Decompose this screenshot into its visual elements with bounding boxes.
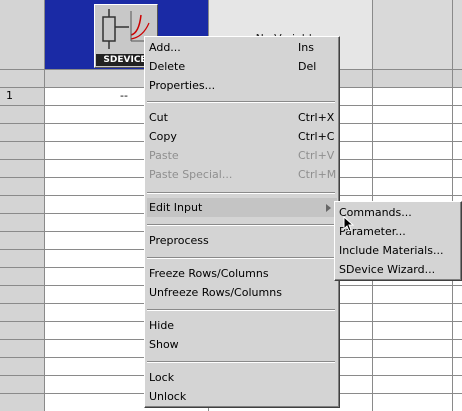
menu-item-shortcut: Ctrl+X — [298, 111, 335, 124]
menu-item-lock[interactable]: Lock — [147, 368, 335, 387]
menu-item-paste[interactable]: Paste Ctrl+V — [147, 146, 335, 165]
menu-item-label: Copy — [149, 130, 177, 143]
menu-item-label: Edit Input — [149, 201, 203, 214]
submenu-arrow-icon — [326, 204, 331, 212]
menu-item-copy[interactable]: Copy Ctrl+C — [147, 127, 335, 146]
menu-item-freeze[interactable]: Freeze Rows/Columns — [147, 264, 335, 283]
menu-item-label: Delete — [149, 60, 186, 73]
menu-item-show[interactable]: Show — [147, 335, 335, 354]
menu-item-label: Add... — [149, 41, 181, 54]
table-corner — [0, 0, 44, 87]
submenu-item-label: SDevice Wizard... — [339, 263, 436, 276]
menu-item-add[interactable]: Add... Ins — [147, 38, 335, 57]
menu-item-shortcut: Del — [298, 60, 317, 73]
submenu-item-commands[interactable]: Commands... — [337, 203, 459, 222]
menu-item-properties[interactable]: Properties... — [147, 76, 335, 95]
submenu-item-parameter[interactable]: Parameter... — [337, 222, 459, 241]
submenu-item-include-materials[interactable]: Include Materials... — [337, 241, 459, 260]
context-menu: Add... Ins Delete Del Properties... Cut … — [144, 36, 340, 408]
menu-item-label: Paste — [149, 149, 179, 162]
menu-item-label: Hide — [149, 319, 175, 332]
menu-item-hide[interactable]: Hide — [147, 316, 335, 335]
menu-item-unfreeze[interactable]: Unfreeze Rows/Columns — [147, 283, 335, 302]
menu-item-shortcut: Ctrl+M — [298, 168, 337, 181]
menu-item-label: Preprocess — [149, 234, 209, 247]
menu-item-shortcut: Ins — [298, 41, 314, 54]
menu-item-label: Unfreeze Rows/Columns — [149, 286, 282, 299]
menu-item-shortcut: Ctrl+V — [298, 149, 335, 162]
menu-separator — [147, 309, 335, 311]
menu-item-preprocess[interactable]: Preprocess — [147, 231, 335, 250]
menu-separator — [147, 361, 335, 363]
menu-item-label: Show — [149, 338, 179, 351]
menu-item-edit-input[interactable]: Edit Input — [147, 198, 337, 217]
edit-input-submenu: Commands... Parameter... Include Materia… — [334, 201, 462, 281]
menu-item-unlock[interactable]: Unlock — [147, 387, 335, 406]
menu-item-shortcut: Ctrl+C — [298, 130, 335, 143]
menu-item-label: Cut — [149, 111, 168, 124]
menu-item-label: Properties... — [149, 79, 216, 92]
mouse-pointer-icon — [343, 215, 355, 235]
menu-item-delete[interactable]: Delete Del — [147, 57, 335, 76]
menu-item-cut[interactable]: Cut Ctrl+X — [147, 108, 335, 127]
menu-item-label: Paste Special... — [149, 168, 233, 181]
submenu-item-label: Include Materials... — [339, 244, 444, 257]
menu-separator — [147, 224, 335, 226]
menu-item-label: Unlock — [149, 390, 187, 403]
grid-line — [44, 0, 45, 411]
menu-separator — [147, 192, 335, 194]
submenu-item-sdevice-wizard[interactable]: SDevice Wizard... — [337, 260, 459, 279]
table-cell[interactable]: -- — [120, 89, 128, 102]
menu-separator — [147, 101, 335, 103]
menu-item-label: Lock — [149, 371, 175, 384]
menu-item-paste-special[interactable]: Paste Special... Ctrl+M — [147, 165, 337, 184]
row-number[interactable]: 1 — [6, 89, 13, 102]
menu-item-label: Freeze Rows/Columns — [149, 267, 269, 280]
menu-separator — [147, 257, 335, 259]
